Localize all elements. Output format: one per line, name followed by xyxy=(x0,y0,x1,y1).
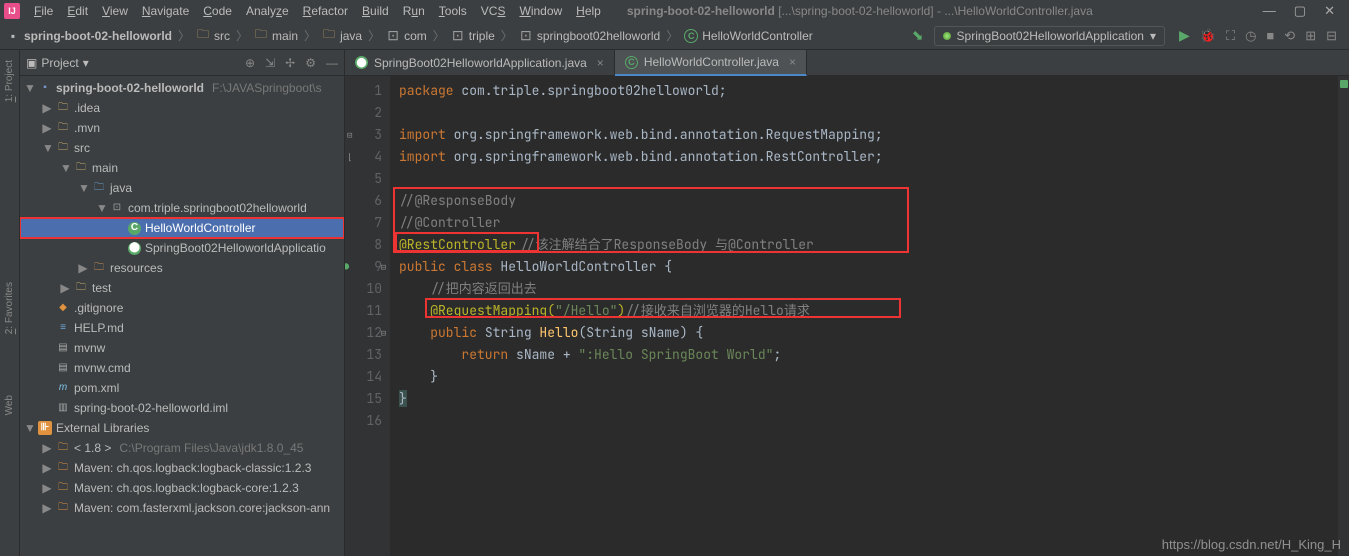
error-stripe[interactable] xyxy=(1337,76,1349,556)
tree-jdk[interactable]: ▶🗀< 1.8 >C:\Program Files\Java\jdk1.8.0_… xyxy=(20,438,344,458)
code-editor[interactable]: 1 2 ⊟3 ⌊4 5 6 7 8 ●9 ⊟ 10 11 12 ⊟ 13 14 … xyxy=(345,76,1349,556)
crumb-main[interactable]: 🗀main xyxy=(252,29,300,43)
tree-pom[interactable]: mpom.xml xyxy=(20,378,344,398)
tree-external-libraries[interactable]: ▼⊪External Libraries xyxy=(20,418,344,438)
close-icon[interactable]: × xyxy=(789,55,796,69)
spring-icon xyxy=(943,32,951,40)
debug-button[interactable]: 🐞 xyxy=(1200,28,1216,44)
side-tab-project[interactable]: 1: Project xyxy=(4,60,15,102)
gear-icon[interactable]: ⚙ xyxy=(305,56,316,70)
menu-vcs[interactable]: VCS xyxy=(475,2,512,20)
tree-maven-3[interactable]: ▶🗀Maven: com.fasterxml.jackson.core:jack… xyxy=(20,498,344,518)
tree-file-application[interactable]: ⬤SpringBoot02HelloworldApplicatio xyxy=(20,238,344,258)
chevron-down-icon[interactable]: ▾ xyxy=(83,56,89,70)
tree-test[interactable]: ▶🗀test xyxy=(20,278,344,298)
menu-edit[interactable]: Edit xyxy=(61,2,94,20)
tree-mvn[interactable]: ▶🗀.mvn xyxy=(20,118,344,138)
crumb-java[interactable]: 🗀java xyxy=(320,29,364,43)
tree-root[interactable]: ▼▪spring-boot-02-helloworldF:\JAVASpring… xyxy=(20,78,344,98)
tab-controller[interactable]: CHelloWorldController.java× xyxy=(615,50,807,76)
tree-file-controller[interactable]: CHelloWorldController xyxy=(20,218,344,238)
project-tree[interactable]: ▼▪spring-boot-02-helloworldF:\JAVASpring… xyxy=(20,76,344,556)
status-ok-icon xyxy=(1340,80,1348,88)
tree-maven-1[interactable]: ▶🗀Maven: ch.qos.logback:logback-classic:… xyxy=(20,458,344,478)
collapse-all-icon[interactable]: ✢ xyxy=(285,56,295,70)
menu-build[interactable]: Build xyxy=(356,2,395,20)
window-controls: — ▢ ✕ xyxy=(1263,3,1345,19)
close-icon[interactable]: ✕ xyxy=(1324,3,1335,19)
select-opened-file-icon[interactable]: ⊕ xyxy=(245,56,255,70)
titlebar: IJ File Edit View Navigate Code Analyze … xyxy=(0,0,1349,22)
menu-view[interactable]: View xyxy=(96,2,134,20)
tree-resources[interactable]: ▶🗀resources xyxy=(20,258,344,278)
tree-help[interactable]: ≡HELP.md xyxy=(20,318,344,338)
search-everywhere-icon[interactable]: ⊞ xyxy=(1305,28,1316,44)
menu-tools[interactable]: Tools xyxy=(433,2,473,20)
project-view-icon: ▣ xyxy=(26,56,37,70)
menu-file[interactable]: File xyxy=(28,2,59,20)
editor-tabs: ⬤SpringBoot02HelloworldApplication.java×… xyxy=(345,50,1349,76)
tree-maven-2[interactable]: ▶🗀Maven: ch.qos.logback:logback-core:1.2… xyxy=(20,478,344,498)
tree-idea[interactable]: ▶🗀.idea xyxy=(20,98,344,118)
ide-settings-icon[interactable]: ⊟ xyxy=(1326,28,1337,44)
profile-button[interactable]: ◷ xyxy=(1245,28,1256,44)
gutter[interactable]: 1 2 ⊟3 ⌊4 5 6 7 8 ●9 ⊟ 10 11 12 ⊟ 13 14 … xyxy=(345,76,391,556)
code-content[interactable]: package com.triple.springboot02helloworl… xyxy=(391,76,1337,556)
window-title: spring-boot-02-helloworld [...\spring-bo… xyxy=(627,4,1263,18)
crumb-com[interactable]: ⊡com xyxy=(384,29,429,43)
chevron-down-icon: ▾ xyxy=(1150,29,1156,43)
stop-button[interactable]: ■ xyxy=(1266,28,1274,43)
menubar: File Edit View Navigate Code Analyze Ref… xyxy=(28,2,607,20)
run-button[interactable]: ▶ xyxy=(1179,27,1190,44)
hide-icon[interactable]: — xyxy=(326,56,338,70)
coverage-button[interactable]: ⛶ xyxy=(1226,28,1235,44)
watermark: https://blog.csdn.net/H_King_H xyxy=(1162,537,1341,552)
tree-main[interactable]: ▼🗀main xyxy=(20,158,344,178)
menu-analyze[interactable]: Analyze xyxy=(240,2,295,20)
app-icon: IJ xyxy=(4,3,20,19)
breadcrumb: ▪spring-boot-02-helloworld〉 🗀src〉 🗀main〉… xyxy=(4,27,908,44)
side-tab-favorites[interactable]: 2: Favorites xyxy=(4,282,15,334)
crumb-triple[interactable]: ⊡triple xyxy=(449,29,497,43)
minimize-icon[interactable]: — xyxy=(1263,3,1276,19)
close-icon[interactable]: × xyxy=(597,56,604,70)
crumb-module[interactable]: ▪spring-boot-02-helloworld xyxy=(4,29,174,43)
panel-title: Project xyxy=(41,56,78,70)
menu-help[interactable]: Help xyxy=(570,2,607,20)
tree-gitignore[interactable]: ◆.gitignore xyxy=(20,298,344,318)
left-tool-strip: 1: Project 2: Favorites Web xyxy=(0,50,20,556)
navigation-toolbar: ▪spring-boot-02-helloworld〉 🗀src〉 🗀main〉… xyxy=(0,22,1349,50)
project-panel: ▣ Project ▾ ⊕ ⇲ ✢ ⚙ — ▼▪spring-boot-02-h… xyxy=(20,50,345,556)
tree-mvnwcmd[interactable]: ▤mvnw.cmd xyxy=(20,358,344,378)
maximize-icon[interactable]: ▢ xyxy=(1294,3,1306,19)
tree-java[interactable]: ▼🗀java xyxy=(20,178,344,198)
editor-area: ⬤SpringBoot02HelloworldApplication.java×… xyxy=(345,50,1349,556)
menu-code[interactable]: Code xyxy=(197,2,238,20)
menu-refactor[interactable]: Refactor xyxy=(297,2,354,20)
tree-mvnw[interactable]: ▤mvnw xyxy=(20,338,344,358)
run-config-selector[interactable]: SpringBoot02HelloworldApplication ▾ xyxy=(934,26,1165,46)
expand-all-icon[interactable]: ⇲ xyxy=(265,56,275,70)
tree-iml[interactable]: ▥spring-boot-02-helloworld.iml xyxy=(20,398,344,418)
menu-run[interactable]: Run xyxy=(397,2,431,20)
side-tab-web[interactable]: Web xyxy=(4,395,15,415)
crumb-class[interactable]: CHelloWorldController xyxy=(682,29,814,43)
crumb-pkg[interactable]: ⊡springboot02helloworld xyxy=(517,29,662,43)
tree-src[interactable]: ▼🗀src xyxy=(20,138,344,158)
menu-window[interactable]: Window xyxy=(513,2,568,20)
crumb-src[interactable]: 🗀src xyxy=(194,29,232,43)
menu-navigate[interactable]: Navigate xyxy=(136,2,195,20)
project-panel-header: ▣ Project ▾ ⊕ ⇲ ✢ ⚙ — xyxy=(20,50,344,76)
build-icon[interactable]: ⬊ xyxy=(912,27,924,44)
tab-application[interactable]: ⬤SpringBoot02HelloworldApplication.java× xyxy=(345,50,615,75)
update-vcs-button[interactable]: ⟲ xyxy=(1284,28,1295,44)
tree-package[interactable]: ▼⊡com.triple.springboot02helloworld xyxy=(20,198,344,218)
